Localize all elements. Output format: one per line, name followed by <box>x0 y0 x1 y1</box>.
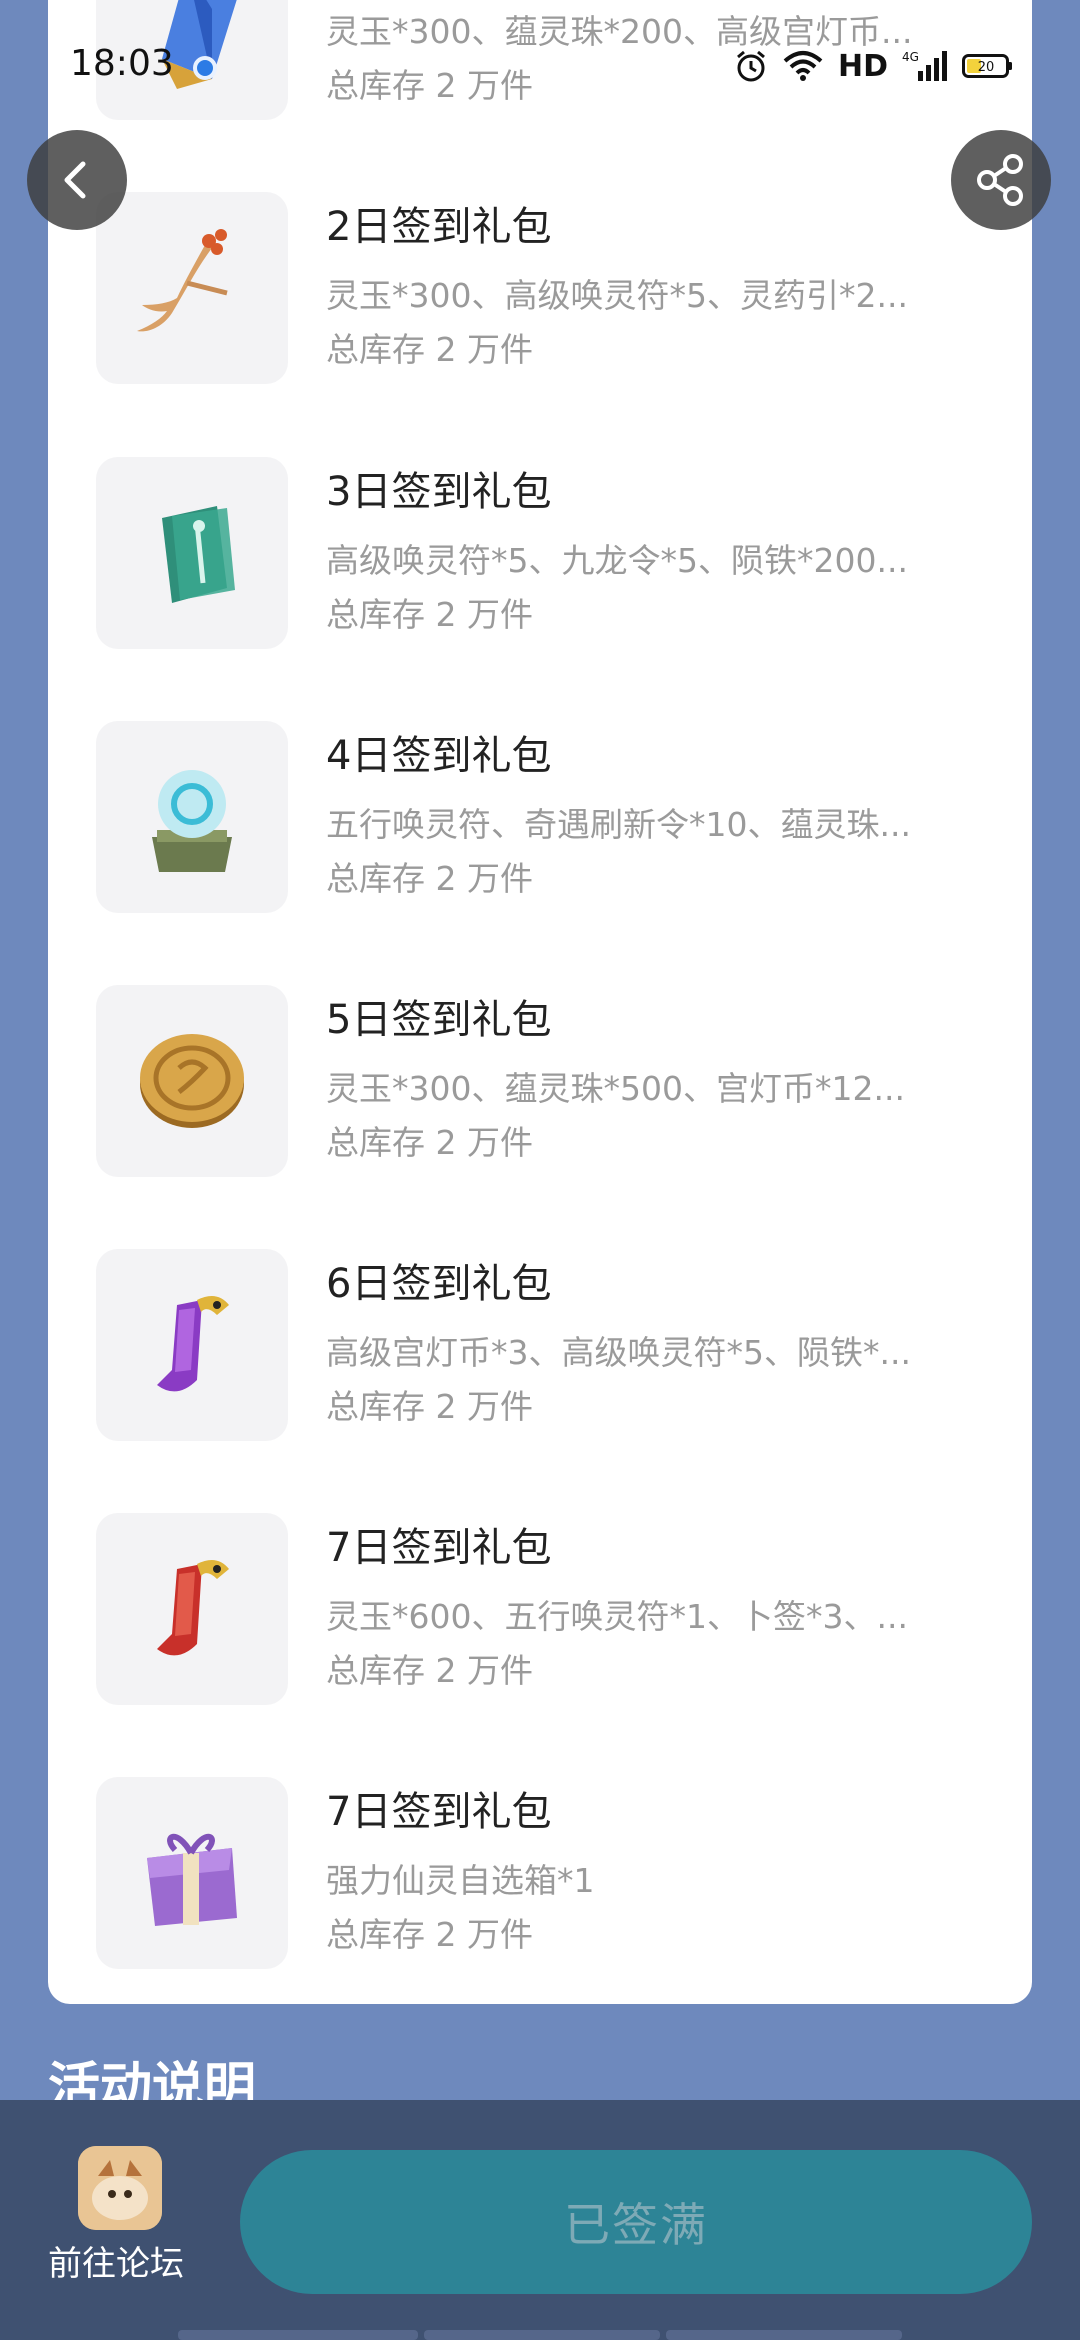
gift-stock: 总库存 2 万件 <box>326 1915 533 1954</box>
gift-title: 4日签到礼包 <box>326 733 552 779</box>
gift-thumbnail <box>96 985 288 1177</box>
battery-icon: 20 <box>962 54 1012 78</box>
coin-icon <box>140 1034 244 1128</box>
bottom-edge-tab <box>666 2330 902 2340</box>
status-time: 18:03 <box>70 43 174 84</box>
talisman-icon <box>162 506 235 603</box>
gift-description: 灵玉*300、高级唤灵符*5、灵药引*2... <box>326 276 908 315</box>
gift-stock: 总库存 2 万件 <box>326 859 533 898</box>
gift-stock: 总库存 2 万件 <box>326 1123 533 1162</box>
gift-title: 5日签到礼包 <box>326 997 552 1043</box>
status-bar: 18:03 HD 4G 20 <box>0 0 1080 130</box>
gift-title: 3日签到礼包 <box>326 469 552 515</box>
purple-scroll-icon <box>157 1296 229 1392</box>
gift-description: 高级宫灯币*3、高级唤灵符*5、陨铁*... <box>326 1333 911 1372</box>
gift-stock: 总库存 2 万件 <box>326 1651 533 1690</box>
chevron-left-icon <box>64 161 86 199</box>
gift-stock: 总库存 2 万件 <box>326 1387 533 1426</box>
bottom-edge-tab <box>178 2330 418 2340</box>
notification-dot-icon <box>193 56 217 80</box>
gift-description: 强力仙灵自选箱*1 <box>326 1861 595 1900</box>
gift-thumbnail <box>96 721 288 913</box>
alarm-icon <box>737 50 765 82</box>
go-to-forum-link[interactable]: 前往论坛 <box>48 2242 184 2286</box>
ginseng-root-icon <box>137 229 228 332</box>
signal-icon: 4G <box>902 50 947 81</box>
gift-title: 2日签到礼包 <box>326 204 552 250</box>
gift-box-icon <box>147 1833 237 1926</box>
status-icons: HD 4G 20 <box>734 46 1014 86</box>
gift-thumbnail <box>96 1513 288 1705</box>
bottom-action-bar: 前往论坛 已签满 <box>0 2100 1080 2340</box>
gift-row[interactable]: 3日签到礼包 高级唤灵符*5、九龙令*5、陨铁*200... 总库存 2 万件 <box>48 457 1032 721</box>
forum-app-icon[interactable] <box>78 2146 162 2230</box>
gift-description: 灵玉*600、五行唤灵符*1、卜签*3、... <box>326 1597 908 1636</box>
gift-thumbnail <box>96 457 288 649</box>
gift-thumbnail <box>96 1249 288 1441</box>
gift-row[interactable]: 7日签到礼包 强力仙灵自选箱*1 总库存 2 万件 <box>48 1777 1032 2041</box>
gift-description: 高级唤灵符*5、九龙令*5、陨铁*200... <box>326 541 908 580</box>
gift-row[interactable]: 6日签到礼包 高级宫灯币*3、高级唤灵符*5、陨铁*... 总库存 2 万件 <box>48 1249 1032 1513</box>
gift-row[interactable]: 7日签到礼包 灵玉*600、五行唤灵符*1、卜签*3、... 总库存 2 万件 <box>48 1513 1032 1777</box>
gift-stock: 总库存 2 万件 <box>326 595 533 634</box>
gift-thumbnail <box>96 1777 288 1969</box>
gift-row[interactable]: 4日签到礼包 五行唤灵符、奇遇刷新令*10、蕴灵珠... 总库存 2 万件 <box>48 721 1032 985</box>
red-scroll-icon <box>157 1560 229 1656</box>
creature-icon <box>78 2146 162 2230</box>
gift-row[interactable]: 2日签到礼包 灵玉*300、高级唤灵符*5、灵药引*2... 总库存 2 万件 <box>48 192 1032 456</box>
gift-row[interactable]: 5日签到礼包 灵玉*300、蕴灵珠*500、宫灯币*12... 总库存 2 万件 <box>48 985 1032 1249</box>
gift-title: 7日签到礼包 <box>326 1789 552 1835</box>
signed-full-button[interactable]: 已签满 <box>240 2150 1032 2294</box>
bottom-edge-tab <box>424 2330 660 2340</box>
gift-title: 7日签到礼包 <box>326 1525 552 1571</box>
battery-level: 20 <box>978 60 995 75</box>
gift-title: 6日签到礼包 <box>326 1261 552 1307</box>
gift-stock: 总库存 2 万件 <box>326 330 533 369</box>
back-button[interactable] <box>27 130 127 230</box>
share-button[interactable] <box>951 130 1051 230</box>
share-icon <box>977 154 1023 206</box>
orb-icon <box>152 770 232 872</box>
wifi-icon <box>783 51 823 81</box>
gift-description: 灵玉*300、蕴灵珠*500、宫灯币*12... <box>326 1069 905 1108</box>
gift-description: 五行唤灵符、奇遇刷新令*10、蕴灵珠... <box>326 805 911 844</box>
network-hd-label: HD <box>837 48 888 84</box>
gift-thumbnail <box>96 192 288 384</box>
signal-label: 4G <box>902 50 919 64</box>
